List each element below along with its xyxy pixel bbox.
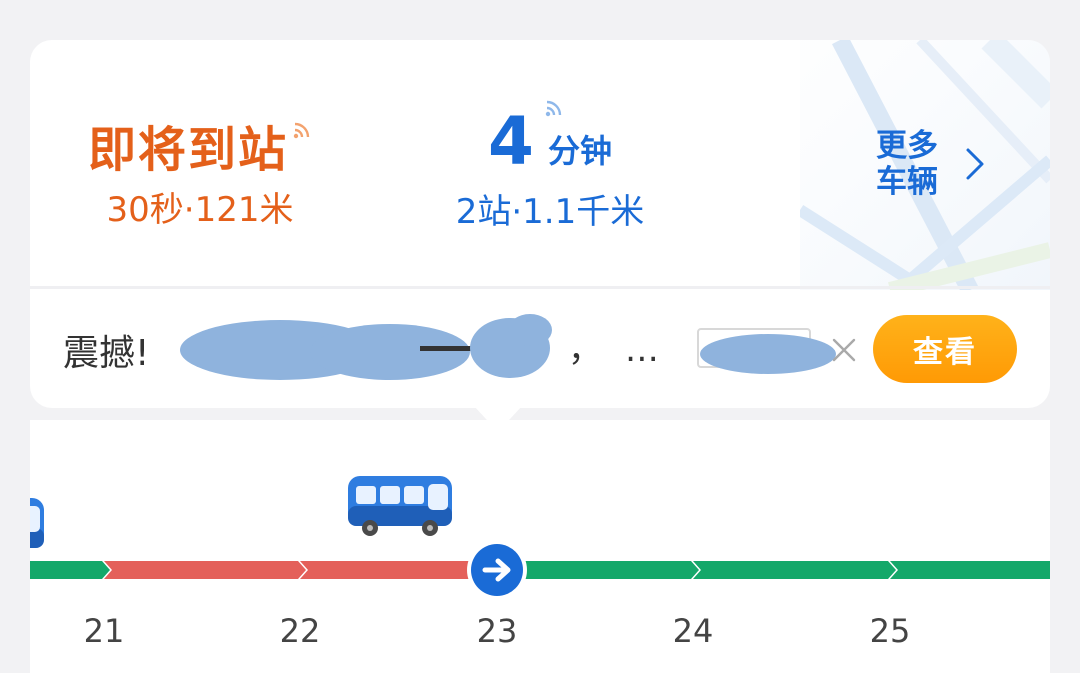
realtime-signal-icon xyxy=(545,100,562,117)
close-icon[interactable] xyxy=(830,336,858,364)
route-segment xyxy=(890,561,1050,579)
news-banner[interactable]: 震撼! ， … 查看 xyxy=(30,292,1050,408)
stop-number-label[interactable]: 21 xyxy=(64,612,144,650)
route-segment xyxy=(693,561,896,579)
bus-arrival-card: 即将到站 30秒·121米 4 分钟 2站·1.1千米 更多 车辆 震撼! ， … xyxy=(30,40,1050,408)
arrival-minutes-unit: 分钟 xyxy=(547,132,612,170)
chevron-right-icon xyxy=(966,148,984,180)
stop-number-label[interactable]: 24 xyxy=(653,612,733,650)
stop-number-label[interactable]: 25 xyxy=(850,612,930,650)
arrival-detail: 2站·1.1千米 xyxy=(455,192,645,232)
route-segment xyxy=(497,561,699,579)
redacted-tag xyxy=(700,334,836,374)
arrival-first-bus[interactable]: 即将到站 30秒·121米 xyxy=(30,40,370,286)
arrival-minutes: 4 xyxy=(488,103,534,180)
realtime-signal-icon xyxy=(293,122,310,139)
arrival-second-bus[interactable]: 4 分钟 2站·1.1千米 xyxy=(400,40,700,286)
arrival-status: 即将到站 xyxy=(87,122,288,178)
view-button[interactable]: 查看 xyxy=(873,315,1017,383)
news-headline: 震撼! xyxy=(63,333,150,374)
bus-icon[interactable] xyxy=(30,498,44,558)
route-line-panel: 21 22 23 24 25 xyxy=(30,420,1050,673)
divider xyxy=(30,286,1050,289)
news-ellipsis: … xyxy=(624,330,665,370)
card-pointer xyxy=(474,406,522,432)
news-punctuation: ， … xyxy=(568,330,665,370)
route-segment xyxy=(30,561,110,579)
redacted-text xyxy=(180,314,552,380)
more-vehicles-button[interactable]: 更多 车辆 xyxy=(876,124,1016,204)
arrival-detail: 30秒·121米 xyxy=(106,190,294,230)
more-vehicles-label: 更多 车辆 xyxy=(876,128,938,200)
stop-number-label[interactable]: 22 xyxy=(260,612,340,650)
stop-number-label[interactable]: 23 xyxy=(457,612,537,650)
bus-icon[interactable] xyxy=(348,476,452,536)
route-segment xyxy=(104,561,306,579)
